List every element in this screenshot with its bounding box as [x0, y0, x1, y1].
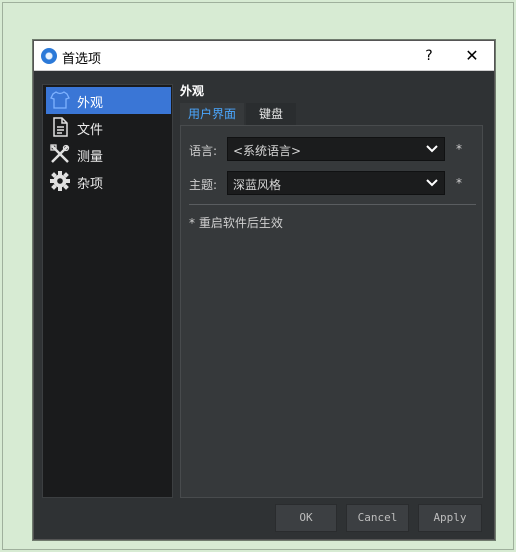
- restart-required-mark: *: [456, 142, 462, 156]
- sidebar-item-measure[interactable]: 测量: [46, 141, 171, 168]
- gear-icon: [49, 170, 71, 192]
- tab-user-interface[interactable]: 用户界面: [180, 103, 244, 125]
- ok-button[interactable]: OK: [275, 504, 337, 532]
- divider: [189, 204, 476, 205]
- sidebar-item-label: 文件: [77, 123, 104, 138]
- sidebar-item-file[interactable]: 文件: [46, 114, 171, 141]
- app-icon: [41, 48, 57, 64]
- title-bar: 首选项 ? ✕: [34, 41, 494, 71]
- category-sidebar: 外观 文件 测量 杂项: [42, 84, 173, 498]
- sidebar-item-label: 测量: [77, 150, 104, 165]
- sidebar-item-label: 杂项: [77, 177, 104, 192]
- close-button[interactable]: ✕: [461, 45, 483, 67]
- section-title: 外观: [180, 84, 205, 98]
- dialog-title: 首选项: [62, 52, 102, 67]
- restart-required-mark: *: [456, 176, 462, 190]
- theme-value: 深蓝风格: [233, 178, 282, 192]
- language-label: 语言:: [189, 144, 218, 158]
- chevron-down-icon[interactable]: [424, 141, 440, 157]
- theme-label: 主题:: [189, 178, 218, 192]
- chevron-down-icon[interactable]: [424, 175, 440, 191]
- sidebar-item-label: 外观: [77, 96, 104, 111]
- preferences-dialog: 首选项 ? ✕ 外观 文件 测量 杂项 外观 用户界面 键盘 语言: <系统语言…: [33, 40, 495, 540]
- tab-keyboard[interactable]: 键盘: [246, 103, 296, 125]
- language-dropdown[interactable]: <系统语言>: [227, 137, 445, 161]
- cancel-button[interactable]: Cancel: [346, 504, 409, 532]
- apply-button[interactable]: Apply: [418, 504, 482, 532]
- help-button[interactable]: ?: [420, 45, 438, 67]
- language-value: <系统语言>: [233, 144, 302, 158]
- file-icon: [49, 116, 71, 138]
- tools-icon: [49, 143, 71, 165]
- sidebar-item-misc[interactable]: 杂项: [46, 168, 171, 195]
- theme-dropdown[interactable]: 深蓝风格: [227, 171, 445, 195]
- tab-panel-user-interface: 语言: <系统语言> * 主题: 深蓝风格 * * 重启软件后生效: [180, 125, 483, 498]
- restart-note: * 重启软件后生效: [189, 216, 283, 230]
- shirt-icon: [49, 89, 71, 111]
- sidebar-item-appearance[interactable]: 外观: [46, 87, 171, 114]
